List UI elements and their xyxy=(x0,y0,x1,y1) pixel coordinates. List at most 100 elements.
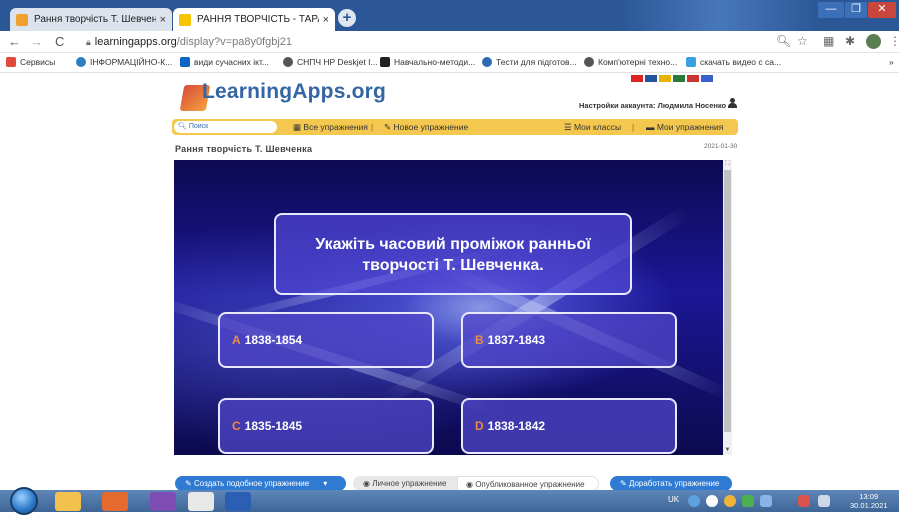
folder-icon: ▬ xyxy=(646,122,657,132)
eye-icon: ◉ xyxy=(363,479,373,488)
minimize-button[interactable]: — xyxy=(818,2,844,18)
search-placeholder: Поиск xyxy=(188,123,209,130)
answer-option-c[interactable]: C 1835-1845 xyxy=(218,398,434,454)
bookmark-item[interactable]: скачать видео с са... xyxy=(686,57,781,67)
chrome-icon[interactable] xyxy=(188,492,214,511)
bookmark-item[interactable]: Сервисы xyxy=(6,57,55,67)
bookmarks-overflow[interactable]: » xyxy=(889,57,894,67)
extensions-puzzle-icon[interactable]: ✱ xyxy=(845,34,855,48)
exercise-scrollbar[interactable]: ▼ xyxy=(723,160,732,455)
browser-menu-icon[interactable]: ⋮ xyxy=(889,34,899,48)
tray-app-icon[interactable] xyxy=(688,495,700,507)
url-input[interactable]: 🔒︎ learningapps.org/display?v=pa8y0fgbj21 xyxy=(86,33,816,51)
language-indicator[interactable]: UK xyxy=(668,495,679,504)
exercise-date: 2021-01-30 xyxy=(704,143,738,150)
language-flags[interactable] xyxy=(631,75,713,82)
tray-app-icon[interactable] xyxy=(706,495,718,507)
scrollbar-thumb[interactable] xyxy=(724,170,731,432)
answer-letter: D xyxy=(475,419,484,433)
url-domain: learningapps.org xyxy=(94,36,177,48)
flag-icon[interactable] xyxy=(645,75,657,82)
zoom-icon[interactable]: 🔍︎ xyxy=(776,34,791,48)
menu-all-exercises[interactable]: ▦ Все упражнения xyxy=(293,122,368,133)
clock-date: 30.01.2021 xyxy=(850,501,888,510)
site-logo[interactable]: LearningApps.org xyxy=(202,80,386,104)
bookmark-item[interactable]: Тести для підготов... xyxy=(482,57,577,67)
bookmark-item[interactable]: Навчально-методи... xyxy=(380,57,475,67)
menu-separator: | xyxy=(371,122,374,132)
browser-tab-strip: Рання творчість Т. Шевченка × РАННЯ ТВОР… xyxy=(0,0,899,31)
flag-icon[interactable] xyxy=(659,75,671,82)
start-button[interactable] xyxy=(10,487,38,515)
video-icon xyxy=(686,57,696,67)
maximize-button[interactable]: ❐ xyxy=(845,2,867,18)
tab-close-icon[interactable]: × xyxy=(160,14,166,26)
search-input[interactable]: 🔍︎ Поиск xyxy=(174,121,277,133)
media-player-icon[interactable] xyxy=(102,492,128,511)
system-clock[interactable]: 13:09 30.01.2021 xyxy=(850,492,888,510)
menu-new-exercise[interactable]: ✎ Новое упражнение xyxy=(384,122,468,133)
eye-icon: ◉ xyxy=(466,480,476,489)
flag-icon[interactable] xyxy=(631,75,643,82)
menu-my-exercises[interactable]: ▬ Мои упражнения xyxy=(646,122,723,132)
account-settings-link[interactable]: Настройки аккаунта: Людмила Носенко xyxy=(579,101,726,110)
heart-favicon-icon xyxy=(179,13,191,26)
tab-ranna-tvorchist[interactable]: Рання творчість Т. Шевченка × xyxy=(10,8,172,31)
private-exercise-tab[interactable]: ◉ Личное упражнение xyxy=(353,476,457,490)
tray-alert-icon[interactable] xyxy=(798,495,810,507)
pencil-icon: ✎ xyxy=(620,479,629,488)
back-button[interactable]: ← xyxy=(8,34,21,49)
published-exercise-tab[interactable]: ◉ Опубликованное упражнение xyxy=(457,476,599,490)
answer-option-d[interactable]: D 1838-1842 xyxy=(461,398,677,454)
globe-icon xyxy=(584,57,594,67)
extension-icon[interactable]: ▦ xyxy=(823,34,834,48)
word-icon[interactable] xyxy=(225,492,251,511)
tab-ranna-tvorchist-taras[interactable]: РАННЯ ТВОРЧІСТЬ - ТАРАС ШЕВЧЕНКО × xyxy=(173,8,335,31)
flag-icon[interactable] xyxy=(673,75,685,82)
new-tab-button[interactable]: + xyxy=(338,9,356,27)
reload-button[interactable]: C xyxy=(55,34,64,49)
forward-button[interactable]: → xyxy=(30,34,43,49)
globe-icon xyxy=(283,57,293,67)
fullscreen-icon[interactable]: ⛶ xyxy=(723,160,732,168)
create-similar-button[interactable]: ✎ Создать подобное упражнение ▾ xyxy=(175,476,346,490)
site-icon xyxy=(482,57,492,67)
bookmark-item[interactable]: Комп'ютерні техно... xyxy=(584,57,677,67)
bookmarks-bar: Сервисы ІНФОРМАЦІЙНО-К... види сучасних … xyxy=(0,53,899,73)
flag-icon[interactable] xyxy=(687,75,699,82)
improve-exercise-button[interactable]: ✎ Доработать упражнение xyxy=(610,476,732,490)
network-icon[interactable] xyxy=(760,495,772,507)
skype-icon[interactable] xyxy=(150,492,176,511)
tab-close-icon[interactable]: × xyxy=(323,14,329,26)
answer-option-a[interactable]: A 1838-1854 xyxy=(218,312,434,368)
close-window-button[interactable]: ✕ xyxy=(868,2,896,18)
bookmark-star-icon[interactable]: ☆ xyxy=(797,34,808,48)
learningapps-favicon-icon xyxy=(16,13,28,26)
scroll-down-arrow-icon[interactable]: ▼ xyxy=(723,447,732,453)
bookmark-item[interactable]: ІНФОРМАЦІЙНО-К... xyxy=(76,57,172,67)
apps-grid-icon xyxy=(6,57,16,67)
answer-letter: B xyxy=(475,333,484,347)
clock-time: 13:09 xyxy=(859,492,879,501)
answer-text: 1837-1843 xyxy=(487,333,546,347)
tab-title: Рання творчість Т. Шевченка xyxy=(34,14,156,25)
tray-app-icon[interactable] xyxy=(724,495,736,507)
menu-separator: | xyxy=(632,122,635,132)
profile-avatar[interactable] xyxy=(866,34,881,49)
bookmark-item[interactable]: СНПЧ HP Deskjet I... xyxy=(283,57,378,67)
answer-option-b[interactable]: B 1837-1843 xyxy=(461,312,677,368)
answer-text: 1838-1842 xyxy=(487,419,546,433)
grid-icon: ▦ xyxy=(293,122,304,132)
flag-icon[interactable] xyxy=(701,75,713,82)
learningapps-page: LearningApps.org Настройки аккаунта: Люд… xyxy=(0,73,899,490)
chevron-down-icon: ▾ xyxy=(323,479,328,488)
bookmark-item[interactable]: види сучасних ікт... xyxy=(180,57,269,67)
volume-icon[interactable] xyxy=(818,495,830,507)
menu-my-classes[interactable]: ☰ Мои классы xyxy=(564,122,621,133)
tab-title: РАННЯ ТВОРЧІСТЬ - ТАРАС ШЕВЧЕНКО xyxy=(197,14,319,25)
main-menu-bar: 🔍︎ Поиск ▦ Все упражнения | ✎ Новое упра… xyxy=(172,119,738,135)
user-icon[interactable] xyxy=(727,98,737,108)
explorer-icon[interactable] xyxy=(55,492,81,511)
edit-icon: ✎ xyxy=(185,479,194,488)
tray-app-icon[interactable] xyxy=(742,495,754,507)
